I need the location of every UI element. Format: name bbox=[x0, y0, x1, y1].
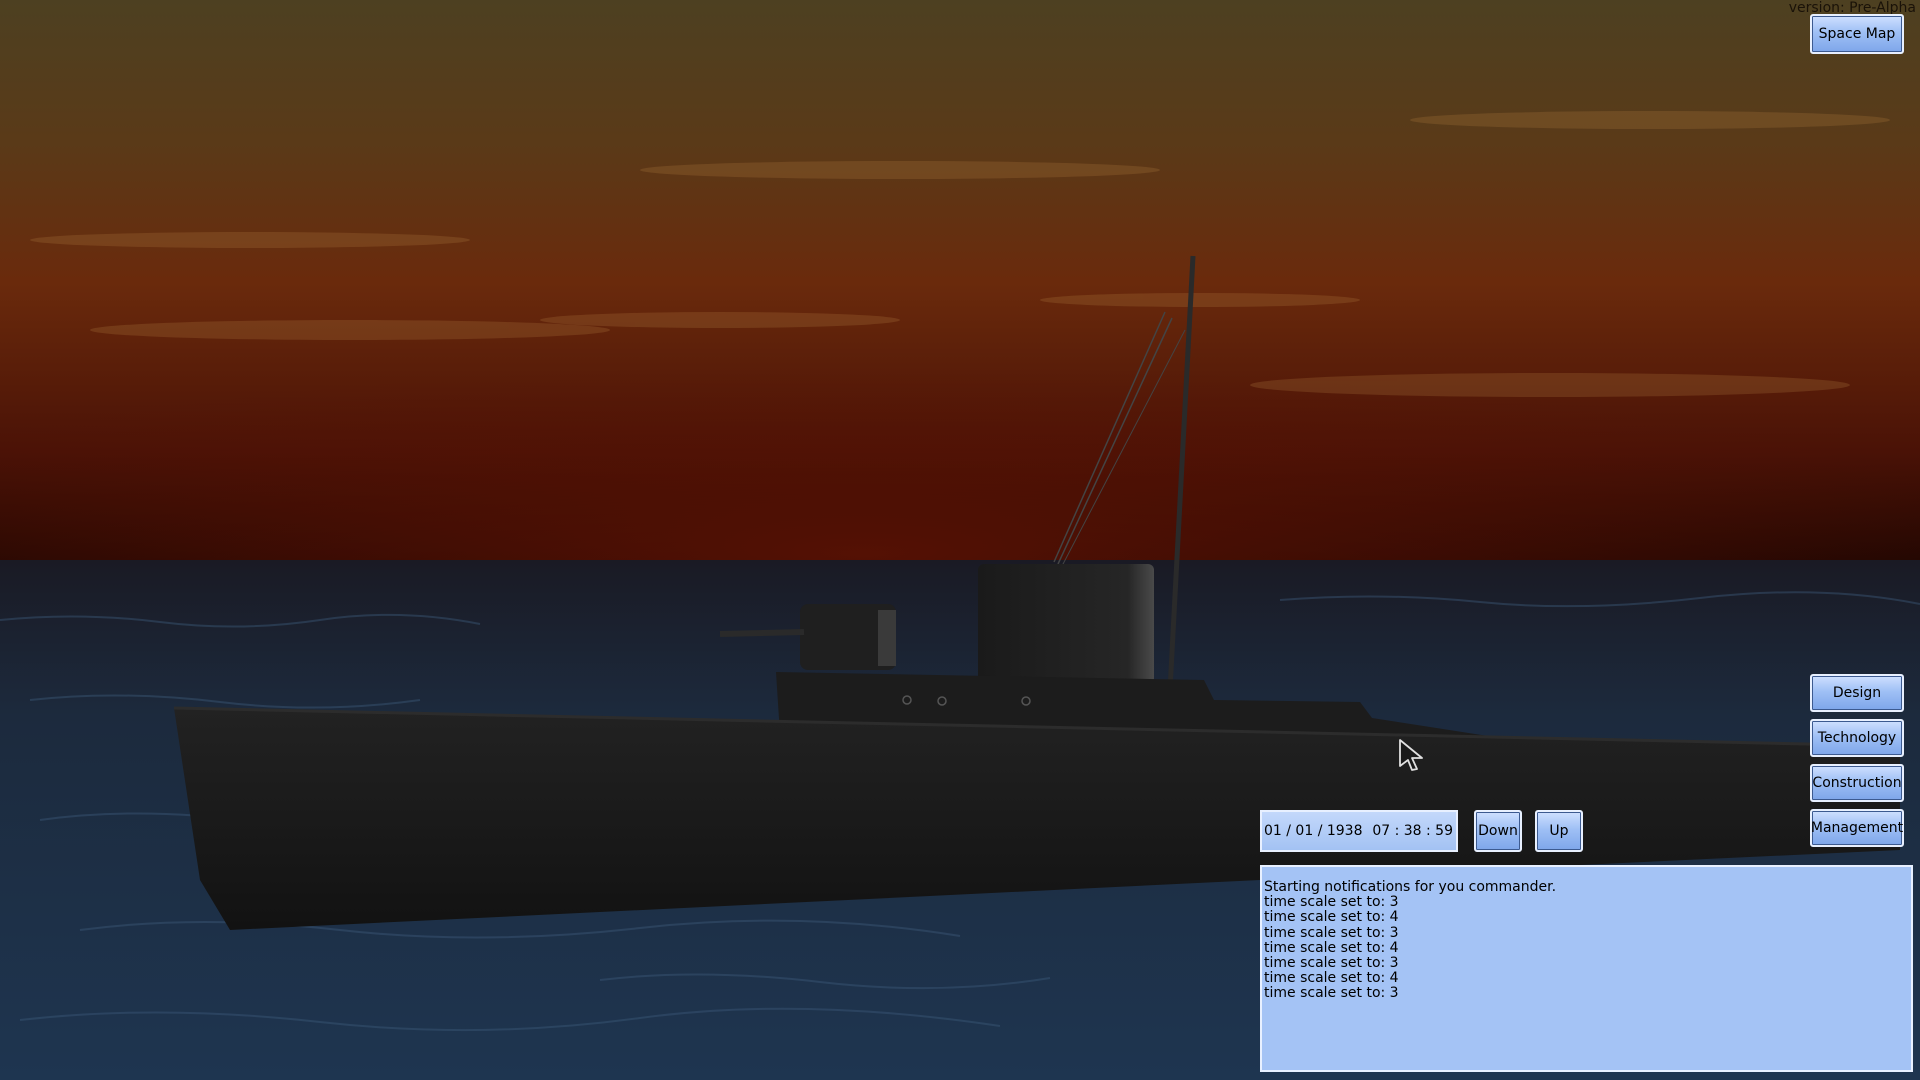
notification-line: time scale set to: 3 bbox=[1264, 985, 1399, 1002]
management-button[interactable]: Management bbox=[1810, 809, 1904, 847]
up-button-label: Up bbox=[1549, 823, 1569, 839]
notification-line: time scale set to: 4 bbox=[1264, 970, 1399, 987]
construction-button[interactable]: Construction bbox=[1810, 764, 1904, 802]
notification-line: time scale set to: 3 bbox=[1264, 894, 1399, 911]
notification-line: time scale set to: 4 bbox=[1264, 909, 1399, 926]
technology-button[interactable]: Technology bbox=[1810, 719, 1904, 757]
space-map-button-label: Space Map bbox=[1818, 26, 1896, 42]
notification-line: time scale set to: 3 bbox=[1264, 955, 1399, 972]
notification-line: time scale set to: 4 bbox=[1264, 939, 1399, 956]
design-button[interactable]: Design bbox=[1810, 674, 1904, 712]
technology-button-label: Technology bbox=[1817, 730, 1897, 746]
space-map-button[interactable]: Space Map bbox=[1810, 14, 1904, 54]
date-time-display: 01 / 01 / 1938 07 : 38 : 59 bbox=[1260, 810, 1458, 852]
time-readout: 07 : 38 : 59 bbox=[1372, 823, 1453, 839]
notification-line: Starting notifications for you commander… bbox=[1264, 879, 1557, 895]
date-readout: 01 / 01 / 1938 bbox=[1264, 823, 1363, 839]
time-scale-down-button[interactable]: Down bbox=[1474, 810, 1522, 852]
construction-button-label: Construction bbox=[1812, 775, 1902, 791]
design-button-label: Design bbox=[1832, 685, 1882, 701]
time-scale-up-button[interactable]: Up bbox=[1535, 810, 1583, 852]
down-button-label: Down bbox=[1478, 823, 1518, 839]
notification-log[interactable]: Starting notifications for you commander… bbox=[1260, 865, 1913, 1072]
mouse-cursor-icon bbox=[1399, 739, 1423, 771]
notification-line: time scale set to: 3 bbox=[1264, 924, 1399, 941]
funnel bbox=[978, 564, 1154, 684]
management-button-label: Management bbox=[1810, 820, 1904, 836]
